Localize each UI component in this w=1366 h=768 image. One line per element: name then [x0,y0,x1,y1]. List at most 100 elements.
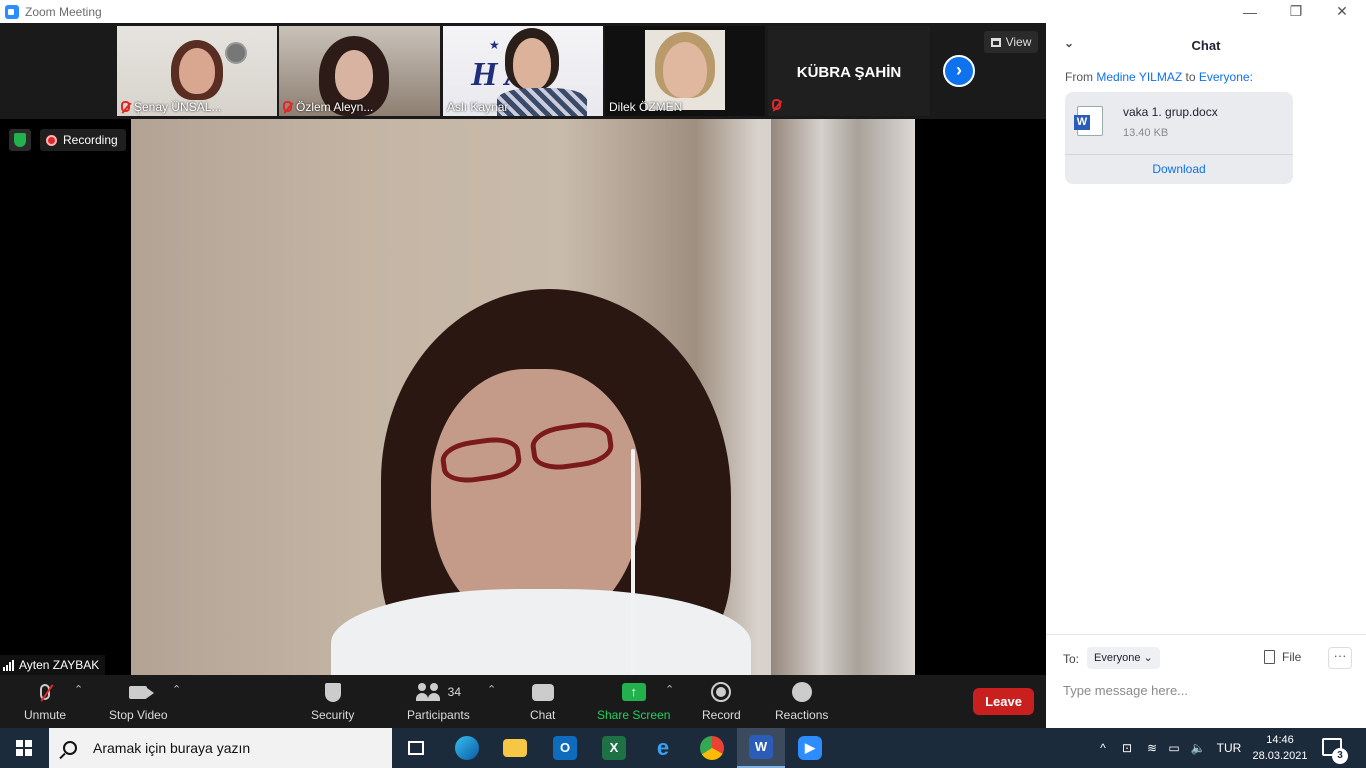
participant-thumbnail[interactable]: Özlem Aleyn... [279,26,440,116]
language-indicator[interactable]: TUR [1213,728,1245,768]
chrome-app[interactable] [688,728,736,768]
stop-video-button[interactable]: Stop Video [109,680,168,722]
recording-indicator[interactable]: Recording [40,129,126,151]
speaker-shirt [331,589,751,679]
chat-composer: To: Everyone ⌄ File ··· [1046,634,1366,728]
download-link[interactable]: Download [1065,162,1293,176]
outlook-app[interactable]: O [541,728,589,768]
taskbar-search[interactable] [49,728,392,768]
edge-app[interactable] [443,728,491,768]
participant-thumbnail[interactable]: Dilek ÖZMEN [605,26,765,116]
security-button[interactable]: Security [311,680,354,722]
excel-icon: X [602,736,626,760]
wifi-icon[interactable]: ≋ [1142,728,1162,768]
chat-bubble-icon [531,683,554,701]
chrome-icon [700,736,724,760]
notification-count-badge: 3 [1332,748,1348,764]
start-button[interactable] [0,728,48,768]
record-dot-icon [46,134,57,146]
shield-icon [324,682,341,702]
stop-video-label: Stop Video [109,708,168,722]
to-word: to [1185,70,1196,84]
share-screen-label: Share Screen [597,708,671,722]
title-bar: Zoom Meeting — ❐ ✕ [0,0,1366,23]
clock-time: 14:46 [1266,734,1294,746]
file-explorer-app[interactable] [491,728,539,768]
participant-shirt [497,88,587,116]
recording-label: Recording [63,133,118,147]
unmute-button[interactable]: Unmute [24,680,66,722]
leave-button[interactable]: Leave [973,688,1034,715]
participants-count: 34 [447,685,462,699]
participants-options-chevron-icon[interactable]: ⌃ [487,683,496,696]
volume-icon[interactable]: 🔈 [1188,728,1208,768]
excel-app[interactable]: X [590,728,638,768]
participant-status [772,98,785,112]
chat-header: ⌄ Chat [1046,23,1366,67]
microphone-muted-icon [40,684,51,700]
taskbar-clock[interactable]: 14:46 28.03.2021 [1248,732,1312,764]
collapse-chevron-icon[interactable]: ⌄ [1064,36,1074,50]
file-button-label: File [1282,650,1302,664]
participant-thumbnail[interactable]: Şenay ÜNSAL... [117,26,277,116]
view-button[interactable]: View [984,31,1038,53]
zoom-app[interactable]: ▶ [786,728,834,768]
message-sender[interactable]: Medine YILMAZ [1096,70,1182,84]
record-button[interactable]: Record [702,680,741,722]
video-options-chevron-icon[interactable]: ⌃ [172,683,181,696]
more-options-button[interactable]: ··· [1328,647,1352,669]
active-speaker-video [131,119,915,679]
message-input[interactable] [1063,680,1343,700]
participants-label: Participants [407,708,470,722]
divider [1065,154,1293,155]
participants-button[interactable]: 34 Participants [407,680,470,722]
from-prefix: From [1065,70,1093,84]
show-hidden-icons-chevron-icon[interactable]: ^ [1094,728,1112,768]
participant-thumbnail[interactable]: ★ H AK Aslı Kaynar [443,26,603,116]
battery-icon[interactable]: ▭ [1164,728,1184,768]
participant-thumbnail[interactable]: KÜBRA ŞAHİN [768,26,930,116]
chat-panel: ⌄ Chat From Medine YILMAZ to Everyone: W… [1046,23,1366,728]
message-header: From Medine YILMAZ to Everyone: [1065,70,1253,84]
participants-icon [415,683,442,701]
internet-explorer-icon: e [656,735,670,760]
reactions-label: Reactions [775,708,829,722]
speaker-earphone [631,449,635,679]
window-title: Zoom Meeting [25,4,102,19]
participant-name: Dilek ÖZMEN [609,100,683,114]
participant-name-display: KÜBRA ŞAHİN [796,64,902,81]
audio-options-chevron-icon[interactable]: ⌃ [74,683,83,696]
to-label: To: [1063,652,1080,666]
search-input[interactable] [93,740,373,756]
task-view-button[interactable] [392,728,440,768]
close-button[interactable]: ✕ [1319,0,1365,23]
internet-explorer-app[interactable]: e [639,728,687,768]
chat-title: Chat [1191,37,1221,53]
word-app[interactable]: W [737,728,785,768]
send-file-button[interactable]: File [1264,650,1301,664]
share-options-chevron-icon[interactable]: ⌃ [665,683,674,696]
view-grid-icon [990,37,1001,47]
zoom-app-icon [5,4,19,19]
smiley-icon [791,682,812,702]
restore-button[interactable]: ❐ [1273,0,1319,23]
recipient-select[interactable]: Everyone ⌄ [1087,647,1160,669]
clock-date: 28.03.2021 [1252,750,1308,762]
mic-muted-icon [283,101,292,112]
reactions-button[interactable]: Reactions [775,680,828,722]
file-size: 13.40 KB [1123,127,1169,139]
security-label: Security [311,708,355,722]
share-screen-button[interactable]: ↑ Share Screen [597,680,670,722]
task-view-icon [408,741,424,755]
participant-face [513,38,551,90]
windows-logo-icon [16,740,32,756]
message-recipient[interactable]: Everyone: [1199,70,1253,84]
next-page-button[interactable]: › [943,55,975,87]
participant-name: Aslı Kaynar [447,100,509,114]
record-label: Record [702,708,741,722]
encryption-badge[interactable] [9,129,31,151]
meet-now-icon[interactable]: ⊡ [1118,728,1136,768]
minimize-button[interactable]: — [1227,0,1273,23]
chat-button[interactable]: Chat [530,680,555,722]
meeting-toolbar: Unmute ⌃ Stop Video ⌃ Security 34 Partic… [0,675,1046,728]
